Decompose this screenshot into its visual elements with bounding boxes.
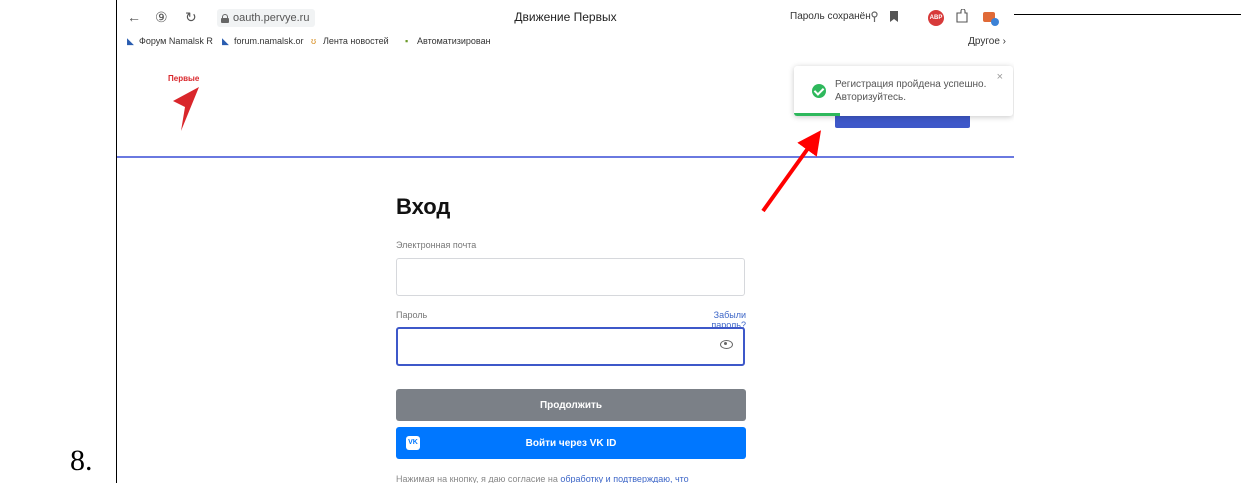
list-number: 8. xyxy=(70,444,93,477)
annotation-arrow xyxy=(761,130,822,213)
document-top-border xyxy=(1014,14,1241,15)
browser-screenshot: ← ⑨ ↻ oauth.pervye.ru Движение Первых Па… xyxy=(117,0,1014,483)
